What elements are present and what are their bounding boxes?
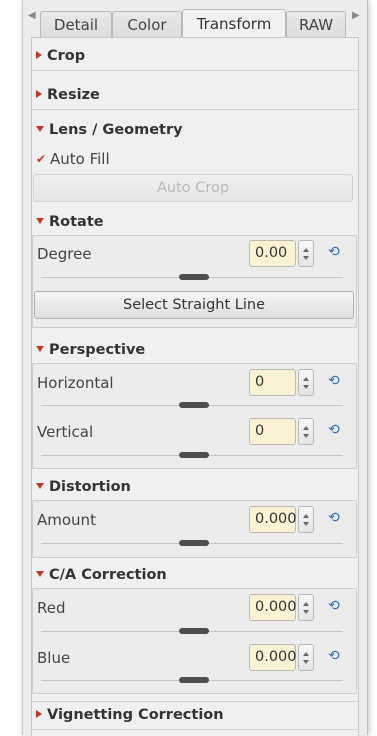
auto-fill-checkbox[interactable]: ✔ Auto Fill (36, 150, 110, 168)
checkbox-checked-icon: ✔ (36, 152, 47, 166)
degree-label: Degree (37, 245, 92, 263)
section-vignetting-title: Vignetting Correction (47, 707, 224, 723)
degree-spin-button[interactable] (298, 240, 314, 267)
perspective-title[interactable]: Perspective (36, 342, 145, 358)
perspective-group: Horizontal 0 ⟲ Vertical 0 ⟲ (32, 363, 357, 469)
section-resize[interactable]: Resize (32, 82, 358, 110)
select-straight-line-button[interactable]: Select Straight Line (34, 291, 354, 319)
degree-slider-handle[interactable] (179, 274, 209, 280)
horizontal-slider-handle[interactable] (179, 402, 209, 408)
triangle-right-icon (36, 51, 42, 59)
degree-field[interactable]: 0.00 (249, 240, 296, 267)
horizontal-spin-button[interactable] (298, 369, 314, 396)
tab-bar: ◀ Detail Color Transform RAW ▶ (23, 4, 367, 41)
reset-icon[interactable]: ⟲ (328, 373, 340, 389)
section-lens-title: Lens / Geometry (49, 122, 183, 138)
tab-detail[interactable]: Detail (40, 11, 112, 39)
blue-spin-button[interactable] (298, 644, 314, 671)
rotate-group: Degree 0.00 ⟲ Select Straight Line (32, 235, 357, 328)
tab-raw[interactable]: RAW (286, 11, 346, 39)
horizontal-field[interactable]: 0 (249, 369, 296, 396)
amount-spin-button[interactable] (298, 506, 314, 533)
triangle-down-icon (36, 126, 44, 132)
auto-fill-label: Auto Fill (50, 150, 110, 168)
triangle-down-icon (36, 218, 44, 224)
reset-icon[interactable]: ⟲ (328, 598, 340, 614)
section-vignetting-correction[interactable]: Vignetting Correction (32, 701, 358, 730)
triangle-right-icon (36, 710, 42, 718)
tab-scroll-left-icon[interactable]: ◀ (28, 10, 36, 21)
blue-slider-handle[interactable] (179, 677, 209, 683)
reset-icon[interactable]: ⟲ (328, 510, 340, 526)
amount-slider-handle[interactable] (179, 540, 209, 546)
horizontal-label: Horizontal (37, 374, 114, 392)
red-field[interactable]: 0.000 (249, 594, 297, 621)
ca-correction-title[interactable]: C/A Correction (36, 567, 167, 583)
triangle-down-icon (36, 346, 44, 352)
distortion-group: Amount 0.000 ⟲ (32, 500, 357, 558)
red-slider-handle[interactable] (179, 628, 209, 634)
tool-panel: ◀ Detail Color Transform RAW ▶ Crop Resi… (22, 0, 368, 736)
vertical-slider-handle[interactable] (179, 452, 209, 458)
amount-field[interactable]: 0.000 (249, 506, 297, 533)
reset-icon[interactable]: ⟲ (328, 648, 340, 664)
reset-icon[interactable]: ⟲ (328, 244, 340, 260)
reset-icon[interactable]: ⟲ (328, 422, 340, 438)
section-lens-geometry[interactable]: Lens / Geometry (36, 122, 183, 138)
transform-tab-content: Crop Resize Lens / Geometry ✔ Auto Fill A… (31, 37, 359, 736)
tab-color[interactable]: Color (112, 11, 182, 39)
distortion-title[interactable]: Distortion (36, 479, 131, 495)
section-crop-title: Crop (47, 48, 86, 64)
tab-scroll-right-icon[interactable]: ▶ (352, 10, 360, 21)
ca-correction-group: Red 0.000 ⟲ Blue 0.000 ⟲ (32, 588, 357, 694)
red-spin-button[interactable] (298, 594, 314, 621)
triangle-down-icon (36, 483, 44, 489)
triangle-right-icon (36, 90, 42, 98)
triangle-down-icon (36, 571, 44, 577)
section-crop[interactable]: Crop (32, 43, 358, 71)
vertical-spin-button[interactable] (298, 418, 314, 445)
rotate-title[interactable]: Rotate (36, 214, 104, 230)
blue-field[interactable]: 0.000 (249, 644, 297, 671)
vertical-field[interactable]: 0 (249, 418, 296, 445)
section-resize-title: Resize (47, 87, 100, 103)
amount-label: Amount (37, 511, 96, 529)
blue-label: Blue (37, 649, 71, 667)
red-label: Red (37, 599, 66, 617)
vertical-label: Vertical (37, 423, 94, 441)
auto-crop-button[interactable]: Auto Crop (33, 174, 353, 202)
